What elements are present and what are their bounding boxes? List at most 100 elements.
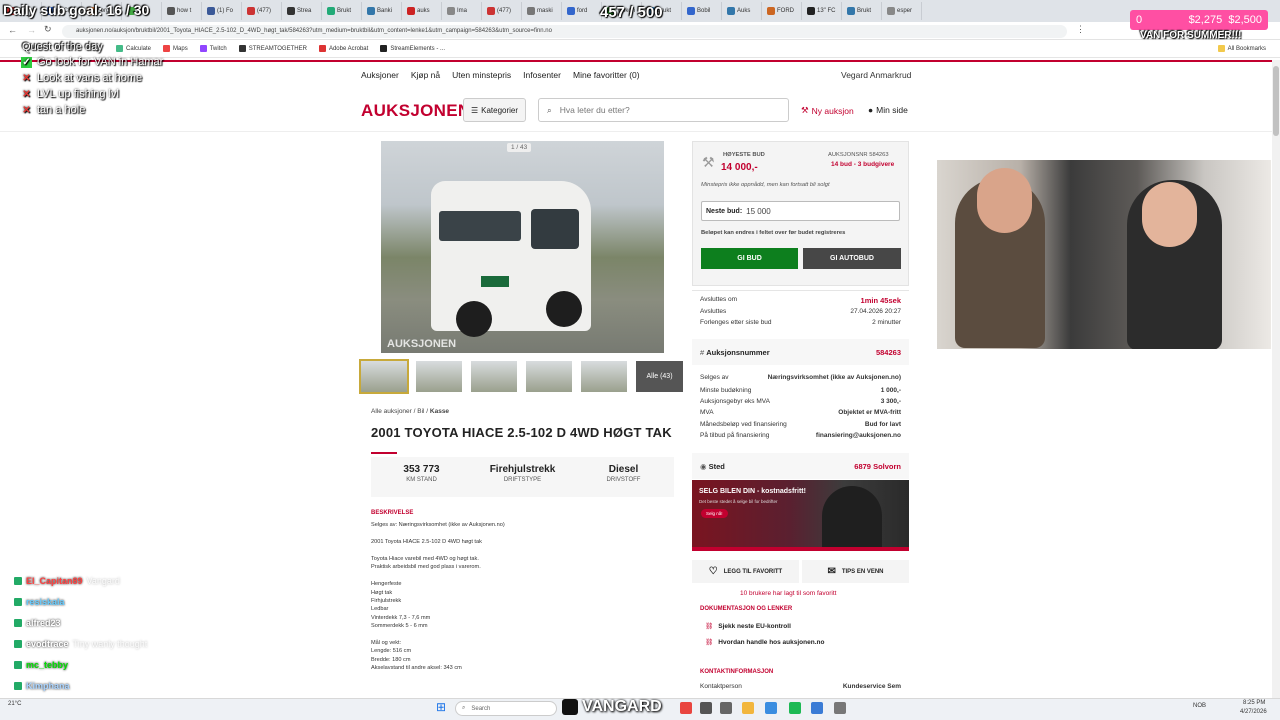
bookmark-adobe-acrobat[interactable]: Adobe Acrobat xyxy=(313,45,374,52)
tab-favicon-icon xyxy=(367,7,375,15)
contact-heading: KONTAKTINFORMASJON xyxy=(700,669,774,675)
chrome-icon[interactable] xyxy=(680,702,692,714)
all-bookmarks[interactable]: All Bookmarks xyxy=(1212,45,1272,52)
app-icon[interactable] xyxy=(811,702,823,714)
browser-tab[interactable]: Strea xyxy=(284,2,322,20)
categories-button[interactable]: ☰ Kategorier xyxy=(463,98,526,122)
thumbnail[interactable] xyxy=(471,361,517,392)
nav-infosenter[interactable]: Infosenter xyxy=(523,70,561,80)
clock-date[interactable]: 4/27/2026 xyxy=(1240,709,1267,715)
listing-title: 2001 TOYOTA HIACE 2.5-102 D 4WD HØGT TAK xyxy=(371,425,672,440)
extensions-icon[interactable]: ⋮ xyxy=(1076,24,1085,35)
breadcrumb-current[interactable]: Kasse xyxy=(430,408,449,415)
sell-now-button[interactable]: Selg nå! xyxy=(701,509,728,518)
browser-tab[interactable]: (477) xyxy=(244,2,282,20)
location-pin-icon: ◉ xyxy=(700,461,707,471)
taskbar-search[interactable]: ⌕ Search xyxy=(455,701,557,716)
bidders-count[interactable]: 14 bud - 3 budgivere xyxy=(831,161,894,168)
tab-favicon-icon xyxy=(207,7,215,15)
url-field[interactable]: auksjonen.no/auksjon/bruktbil/2001_Toyot… xyxy=(62,25,1067,38)
forward-icon[interactable]: → xyxy=(27,25,36,35)
main-photo[interactable]: AUKSJONEN xyxy=(381,141,664,353)
banner-accent xyxy=(692,547,909,551)
browser-tab[interactable]: Banki xyxy=(364,2,402,20)
page-scrollbar[interactable] xyxy=(1272,60,1280,698)
browser-tab[interactable]: Auks xyxy=(724,2,762,20)
browser-tab[interactable]: ford xyxy=(564,2,602,20)
browser-tab[interactable]: auks xyxy=(404,2,442,20)
bookmark-calculate[interactable]: Calculate xyxy=(110,45,157,52)
browser-tab[interactable]: 13" FC xyxy=(804,2,842,20)
browser-tab[interactable]: how t xyxy=(164,2,202,20)
add-favorite-button[interactable]: ♡ LEGG TIL FAVORITT xyxy=(692,560,799,583)
app-icon[interactable] xyxy=(700,702,712,714)
detail-row: Minste budøkning 1 000,- xyxy=(700,387,901,394)
new-auction-link[interactable]: ⚒ Ny auksjon xyxy=(801,105,854,116)
place-bid-button[interactable]: GI BUD xyxy=(701,248,798,269)
all-photos-button[interactable]: Alle (43) xyxy=(636,361,683,392)
heart-icon: ♡ xyxy=(708,566,718,577)
nav-kjop-na[interactable]: Kjøp nå xyxy=(411,70,440,80)
autobid-button[interactable]: GI AUTOBUD xyxy=(803,248,901,269)
auction-number-section[interactable]: # Auksjonsnummer 584263 xyxy=(692,339,909,365)
reload-icon[interactable]: ↻ xyxy=(44,24,52,35)
tip-friend-button[interactable]: ✉ TIPS EN VENN xyxy=(802,560,909,583)
breadcrumb-path[interactable]: Alle auksjoner / Bil / xyxy=(371,408,430,415)
thumbnail[interactable] xyxy=(416,361,462,392)
weather-widget[interactable]: 21°C xyxy=(8,701,21,707)
photo-counter: 1 / 43 xyxy=(507,143,532,152)
nav-mine-favoritter[interactable]: Mine favoritter (0) xyxy=(573,70,640,80)
menu-icon: ☰ xyxy=(470,105,479,115)
user-name[interactable]: Vegard Anmarkrud xyxy=(841,70,911,80)
browser-tab[interactable]: (1) Fo xyxy=(204,2,242,20)
browser-tab[interactable]: Brukt xyxy=(324,2,362,20)
nav-auksjoner[interactable]: Auksjoner xyxy=(361,70,399,80)
back-icon[interactable]: ← xyxy=(8,25,17,35)
app-icon[interactable] xyxy=(720,702,732,714)
site-logo[interactable]: AUKSJONEN xyxy=(361,101,470,121)
bookmark-streamelements[interactable]: StreamElements - ... xyxy=(374,45,451,52)
eu-control-link[interactable]: ⛓ Sjekk neste EU-kontroll xyxy=(705,622,791,631)
how-to-buy-link[interactable]: ⛓ Hvordan handle hos auksjonen.no xyxy=(705,638,824,647)
highest-bid-value: 14 000,- xyxy=(721,162,758,173)
twitch-icon xyxy=(562,699,578,715)
settings-icon[interactable] xyxy=(834,702,846,714)
browser-tab[interactable]: Brukt xyxy=(844,2,882,20)
thumbnail[interactable] xyxy=(359,359,409,394)
browser-tab[interactable]: (477) xyxy=(484,2,522,20)
contact-row: Kontaktperson Kundeservice Sem xyxy=(700,683,901,690)
next-bid-input[interactable]: Neste bud: 15 000 xyxy=(701,201,900,221)
browser-tab[interactable]: Ima xyxy=(444,2,482,20)
scrollbar-thumb[interactable] xyxy=(1273,66,1279,136)
browser-tab[interactable]: Bobil xyxy=(684,2,722,20)
bookmark-streamtogether[interactable]: STREAMTOGETHER xyxy=(233,45,313,52)
tab-favicon-icon xyxy=(487,7,495,15)
bookmark-maps[interactable]: Maps xyxy=(157,45,194,52)
clock-time[interactable]: 8:25 PM xyxy=(1243,700,1265,706)
browser-tab[interactable]: maski xyxy=(524,2,562,20)
tab-favicon-icon xyxy=(567,7,575,15)
bookmark-twitch[interactable]: Twitch xyxy=(194,45,233,52)
location-section[interactable]: ◉ Sted 6879 Solvorn xyxy=(692,453,909,479)
quest-item: ✓ Go look for VAN in Hamar xyxy=(21,56,164,68)
thumbnail[interactable] xyxy=(526,361,572,392)
badge-icon xyxy=(14,577,22,585)
description-line: Firhjulstrekk xyxy=(371,598,402,605)
sub-goal: Daily sub goal: 16 / 30 xyxy=(3,2,150,18)
tab-favicon-icon xyxy=(807,7,815,15)
browser-tab[interactable]: esper xyxy=(884,2,922,20)
nav-uten-minstepris[interactable]: Uten minstepris xyxy=(452,70,511,80)
thumbnail[interactable] xyxy=(581,361,627,392)
windows-start-icon[interactable]: ⊞ xyxy=(436,700,446,714)
folder-icon[interactable] xyxy=(742,702,754,714)
browser-tab[interactable]: FORD xyxy=(764,2,802,20)
spotify-icon[interactable] xyxy=(789,702,801,714)
badge-icon xyxy=(14,661,22,669)
app-icon[interactable] xyxy=(765,702,777,714)
sell-car-banner[interactable]: SELG BILEN DIN - kostnadsfritt! Det best… xyxy=(692,480,909,551)
my-page-link[interactable]: ● Min side xyxy=(868,105,908,115)
search-input[interactable]: ⌕ Hva leter du etter? xyxy=(538,98,789,122)
language-indicator[interactable]: NOB xyxy=(1193,703,1206,709)
tab-favicon-icon xyxy=(327,7,335,15)
description-line xyxy=(371,530,671,538)
